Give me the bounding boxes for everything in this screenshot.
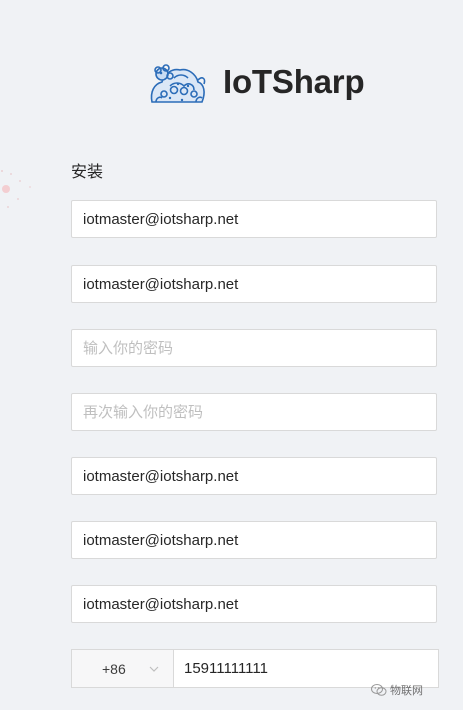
country-code-select[interactable]: +86: [71, 649, 173, 688]
form-title: 安装: [71, 162, 104, 181]
decorative-dots: [1, 170, 31, 208]
watermark-text: 物联网: [390, 684, 423, 697]
watermark: 物联网: [371, 681, 461, 699]
brand-name: IoTSharp: [223, 63, 365, 100]
qilin-lion-logo-icon: [150, 64, 206, 103]
wechat-icon: [371, 684, 387, 696]
confirm-password-field[interactable]: [71, 393, 437, 431]
email-field-4[interactable]: [71, 521, 437, 559]
email-field-1[interactable]: [71, 200, 437, 238]
email-field-5[interactable]: [71, 585, 437, 623]
email-field-2[interactable]: [71, 265, 437, 303]
country-code-value: +86: [102, 661, 126, 677]
password-field[interactable]: [71, 329, 437, 367]
chevron-down-icon: [149, 666, 159, 672]
brand-header: IoTSharp: [0, 58, 463, 110]
email-field-3[interactable]: [71, 457, 437, 495]
